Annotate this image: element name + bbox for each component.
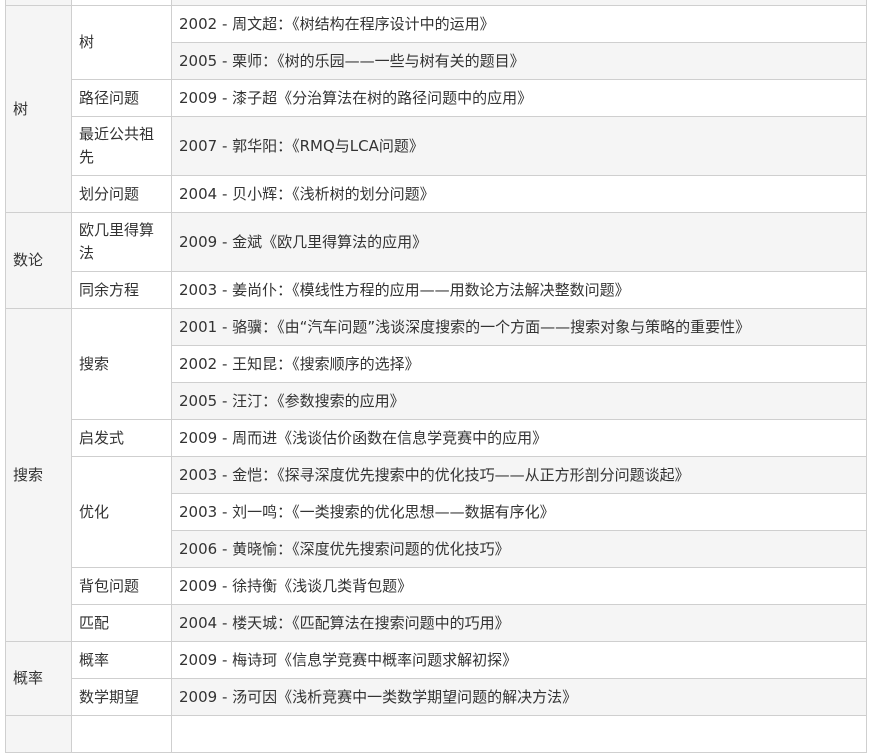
- subcategory-cell: 启发式: [71, 419, 172, 457]
- table-row: 概率 概率 2009 - 梅诗珂《信息学竞赛中概率问题求解初探》: [5, 641, 867, 716]
- paper-cell: 2004 - 楼天城：《匹配算法在搜索问题中的巧用》: [171, 604, 867, 642]
- subcategory-cell: 优化: [71, 456, 172, 568]
- subcategory-cell: 同余方程: [71, 271, 172, 309]
- subcategory-cell: [71, 715, 172, 753]
- paper-cell: 2009 - 汤可因《浅析竞赛中一类数学期望问题的解决方法》: [171, 678, 867, 716]
- subcategory-cell: 概率: [71, 641, 172, 679]
- table-row: 划分问题 2004 - 贝小辉：《浅析树的划分问题》: [6, 175, 867, 213]
- subcategory-cell: 划分问题: [71, 175, 172, 213]
- table-row: 数论 欧几里得算法 2009 - 金斌《欧几里得算法的应用》: [5, 212, 867, 309]
- subcategory-cell: 欧几里得算法: [71, 212, 172, 272]
- table-row: 搜索 搜索 2001 - 骆骥：《由“汽车问题”浅谈深度搜索的一个方面——搜索对…: [5, 308, 867, 642]
- subcategory-cell: 树: [71, 5, 172, 80]
- table-row: 启发式 2009 - 周而进《浅谈估价函数在信息学竞赛中的应用》: [6, 419, 867, 457]
- paper-cell: 2002 - 王知昆：《搜索顺序的选择》: [171, 345, 867, 383]
- table-row: 优化 2003 - 金恺：《探寻深度优先搜索中的优化技巧——从正方形剖分问题谈起…: [6, 456, 867, 568]
- table-row: 背包问题 2009 - 徐持衡《浅谈几类背包题》: [6, 567, 867, 605]
- subcategory-cell: 路径问题: [71, 79, 172, 117]
- table-row: 匹配 2004 - 楼天城：《匹配算法在搜索问题中的巧用》: [6, 604, 867, 642]
- paper-cell: 2009 - 梅诗珂《信息学竞赛中概率问题求解初探》: [171, 641, 867, 679]
- paper-cell: 2002 - 周文超：《树结构在程序设计中的运用》: [171, 5, 867, 43]
- paper-cell: 2005 - 栗师：《树的乐园——一些与树有关的题目》: [171, 42, 867, 80]
- table-row: 树 树 2002 - 周文超：《树结构在程序设计中的运用》: [5, 5, 867, 213]
- paper-cell: 2003 - 姜尚仆：《模线性方程的应用——用数论方法解决整数问题》: [171, 271, 867, 309]
- subcategory-cell: 匹配: [71, 604, 172, 642]
- paper-cell: 2003 - 刘一鸣：《一类搜索的优化思想——数据有序化》: [171, 493, 867, 531]
- table-row: 路径问题 2009 - 漆子超《分治算法在树的路径问题中的应用》: [6, 79, 867, 117]
- category-cell: [5, 715, 72, 753]
- category-cell: 数论: [5, 212, 72, 309]
- paper-cell: 2009 - 周而进《浅谈估价函数在信息学竞赛中的应用》: [171, 419, 867, 457]
- paper-cell: 2006 - 黄晓愉：《深度优先搜索问题的优化技巧》: [171, 530, 867, 568]
- paper-cell: 2001 - 骆骥：《由“汽车问题”浅谈深度搜索的一个方面——搜索对象与策略的重…: [171, 308, 867, 346]
- paper-cell: 2003 - 金恺：《探寻深度优先搜索中的优化技巧——从正方形剖分问题谈起》: [171, 456, 867, 494]
- table-row: 数学期望 2009 - 汤可因《浅析竞赛中一类数学期望问题的解决方法》: [6, 678, 867, 716]
- subcategory-cell: 数学期望: [71, 678, 172, 716]
- paper-cell: 2009 - 金斌《欧几里得算法的应用》: [171, 212, 867, 272]
- paper-cell: 2007 - 郭华阳：《RMQ与LCA问题》: [171, 116, 867, 176]
- category-cell: 概率: [5, 641, 72, 716]
- table-row: [5, 715, 867, 753]
- table-row: 同余方程 2003 - 姜尚仆：《模线性方程的应用——用数论方法解决整数问题》: [6, 271, 867, 309]
- subcategory-cell: 最近公共祖先: [71, 116, 172, 176]
- topic-table: 树 树 2002 - 周文超：《树结构在程序设计中的运用》 2005 - 栗师：…: [5, 0, 867, 753]
- paper-cell: 2004 - 贝小辉：《浅析树的划分问题》: [171, 175, 867, 213]
- paper-cell: 2005 - 汪汀：《参数搜索的应用》: [171, 382, 867, 420]
- subcategory-cell: 背包问题: [71, 567, 172, 605]
- category-cell: 树: [5, 5, 72, 213]
- category-cell: 搜索: [5, 308, 72, 642]
- table-row: 最近公共祖先 2007 - 郭华阳：《RMQ与LCA问题》: [6, 116, 867, 176]
- paper-cell: 2009 - 漆子超《分治算法在树的路径问题中的应用》: [171, 79, 867, 117]
- subcategory-cell: 搜索: [71, 308, 172, 420]
- paper-cell: [171, 715, 867, 753]
- paper-cell: 2009 - 徐持衡《浅谈几类背包题》: [171, 567, 867, 605]
